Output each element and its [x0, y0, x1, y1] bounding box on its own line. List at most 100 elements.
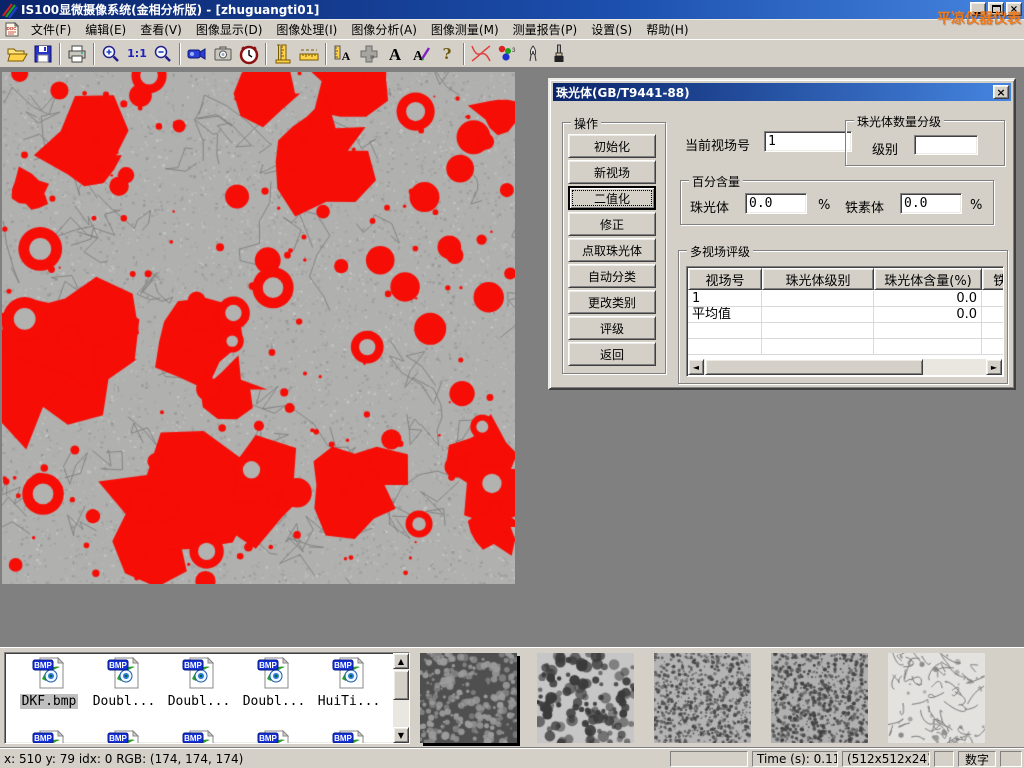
- scroll-right-icon[interactable]: ►: [986, 359, 1002, 375]
- operation-group-label: 操作: [571, 115, 601, 132]
- annotate-tool-button[interactable]: A: [408, 41, 434, 66]
- file-list[interactable]: DKF.bmp Doubl... Doubl... Doubl... HuiTi…: [4, 652, 410, 744]
- file-item[interactable]: Doubl...: [88, 657, 160, 709]
- measure-label-button[interactable]: A: [330, 41, 356, 66]
- thumbnail-image[interactable]: [420, 653, 517, 743]
- file-item[interactable]: [163, 730, 235, 744]
- file-item[interactable]: Doubl...: [163, 657, 235, 709]
- curve-tool-button[interactable]: [468, 41, 494, 66]
- bmp-file-icon: [182, 730, 216, 744]
- photo-capture-button[interactable]: [210, 41, 236, 66]
- correct-button[interactable]: 修正: [568, 212, 656, 236]
- scroll-down-icon[interactable]: ▼: [393, 727, 409, 743]
- help-button[interactable]: ?: [434, 41, 460, 66]
- open-file-button[interactable]: [4, 41, 30, 66]
- col-header-field[interactable]: 视场号: [688, 268, 762, 290]
- menu-file[interactable]: 文件(F): [24, 19, 78, 40]
- svg-text:3: 3: [512, 48, 516, 54]
- thumbnail-image[interactable]: [888, 653, 985, 743]
- svg-text:A: A: [389, 45, 402, 64]
- change-class-button[interactable]: 更改类别: [568, 290, 656, 314]
- menu-image-display[interactable]: 图像显示(D): [189, 19, 270, 40]
- video-capture-button[interactable]: [184, 41, 210, 66]
- classify-tool-button[interactable]: 3: [494, 41, 520, 66]
- file-item[interactable]: DKF.bmp: [13, 657, 85, 709]
- annotate-a-icon: A: [410, 43, 432, 65]
- menu-bar: DOC 文件(F) 编辑(E) 查看(V) 图像显示(D) 图像处理(I) 图像…: [0, 19, 1024, 39]
- table-row[interactable]: 1 0.0: [688, 291, 1004, 307]
- col-header-pearlite-grade[interactable]: 珠光体级别: [762, 268, 874, 290]
- one-to-one-icon: 1:1: [127, 47, 147, 60]
- zoom-out-button[interactable]: [150, 41, 176, 66]
- pick-pearlite-button[interactable]: 点取珠光体: [568, 238, 656, 262]
- metallographic-image[interactable]: [2, 72, 515, 584]
- document-icon[interactable]: DOC: [4, 22, 20, 37]
- print-button[interactable]: [64, 41, 90, 66]
- menu-image-processing[interactable]: 图像处理(I): [269, 19, 344, 40]
- save-button[interactable]: [30, 41, 56, 66]
- dialog-close-button[interactable]: ×: [993, 85, 1009, 99]
- table-hscrollbar[interactable]: ◄ ►: [688, 359, 1002, 375]
- menu-settings[interactable]: 设置(S): [584, 19, 639, 40]
- col-header-ferrite-content[interactable]: 铁素体含量(%): [982, 268, 1004, 290]
- text-tool-button[interactable]: A: [382, 41, 408, 66]
- status-mode: 数字: [958, 751, 996, 767]
- menu-image-measure[interactable]: 图像测量(M): [424, 19, 506, 40]
- brush-tool-button[interactable]: [546, 41, 572, 66]
- menu-edit[interactable]: 编辑(E): [78, 19, 133, 40]
- file-item[interactable]: [238, 730, 310, 744]
- hscroll-thumb[interactable]: [705, 359, 923, 375]
- file-name[interactable]: Doubl...: [241, 694, 308, 709]
- rate-button[interactable]: 评级: [568, 316, 656, 340]
- menu-help[interactable]: 帮助(H): [639, 19, 695, 40]
- status-bar: x: 510 y: 79 idx: 0 RGB: (174, 174, 174)…: [0, 747, 1024, 768]
- file-item[interactable]: [13, 730, 85, 744]
- zoom-out-icon: [152, 43, 174, 65]
- file-name[interactable]: Doubl...: [166, 694, 233, 709]
- col-header-pearlite-content[interactable]: 珠光体含量(%): [874, 268, 982, 290]
- printer-icon: [66, 43, 88, 65]
- scroll-up-icon[interactable]: ▲: [393, 653, 409, 669]
- window-title: IS100显微摄像系统(金相分析版) - [zhuguangti01]: [21, 1, 319, 18]
- zoom-in-icon: [100, 43, 122, 65]
- grade-input[interactable]: [914, 135, 978, 155]
- grid-tool-button[interactable]: [356, 41, 382, 66]
- vscroll-thumb[interactable]: [393, 670, 409, 700]
- filelist-vscrollbar[interactable]: ▲ ▼: [393, 653, 409, 743]
- file-name[interactable]: Doubl...: [91, 694, 158, 709]
- open-folder-icon: [6, 43, 28, 65]
- file-name[interactable]: DKF.bmp: [20, 694, 79, 709]
- dialog-title-bar[interactable]: 珠光体(GB/T9441-88) ×: [553, 83, 1011, 101]
- bmp-file-icon: [107, 730, 141, 744]
- scroll-left-icon[interactable]: ◄: [688, 359, 704, 375]
- menu-measure-report[interactable]: 测量报告(P): [506, 19, 585, 40]
- dialog-close-icon: ×: [996, 86, 1005, 99]
- table-row[interactable]: 平均值 0.0: [688, 307, 1004, 323]
- thumbnail-image[interactable]: [654, 653, 751, 743]
- file-name[interactable]: HuiTi...: [316, 694, 383, 709]
- ferrite-percent-input[interactable]: 0.0: [900, 193, 962, 214]
- file-item[interactable]: [313, 730, 385, 744]
- zoom-in-button[interactable]: [98, 41, 124, 66]
- current-field-input[interactable]: 1: [764, 131, 852, 152]
- actual-size-button[interactable]: 1:1: [124, 41, 150, 66]
- thumbnail-image[interactable]: [537, 653, 634, 743]
- timer-button[interactable]: [236, 41, 262, 66]
- init-button[interactable]: 初始化: [568, 134, 656, 158]
- caliper-button[interactable]: [270, 41, 296, 66]
- new-field-button[interactable]: 新视场: [568, 160, 656, 184]
- file-item[interactable]: Doubl...: [238, 657, 310, 709]
- multifield-group-label: 多视场评级: [687, 243, 753, 260]
- menu-image-analysis[interactable]: 图像分析(A): [344, 19, 424, 40]
- return-button[interactable]: 返回: [568, 342, 656, 366]
- menu-view[interactable]: 查看(V): [133, 19, 189, 40]
- ruler-button[interactable]: [296, 41, 322, 66]
- thumbnail-image[interactable]: [771, 653, 868, 743]
- binarize-button[interactable]: 二值化: [568, 186, 656, 210]
- file-item[interactable]: HuiTi...: [313, 657, 385, 709]
- auto-classify-button[interactable]: 自动分类: [568, 264, 656, 288]
- pen-tool-button[interactable]: [520, 41, 546, 66]
- multifield-table[interactable]: 视场号 珠光体级别 珠光体含量(%) 铁素体含量(%) 1 0.0 平均值 0.…: [686, 266, 1004, 377]
- pearlite-percent-input[interactable]: 0.0: [745, 193, 807, 214]
- file-item[interactable]: [88, 730, 160, 744]
